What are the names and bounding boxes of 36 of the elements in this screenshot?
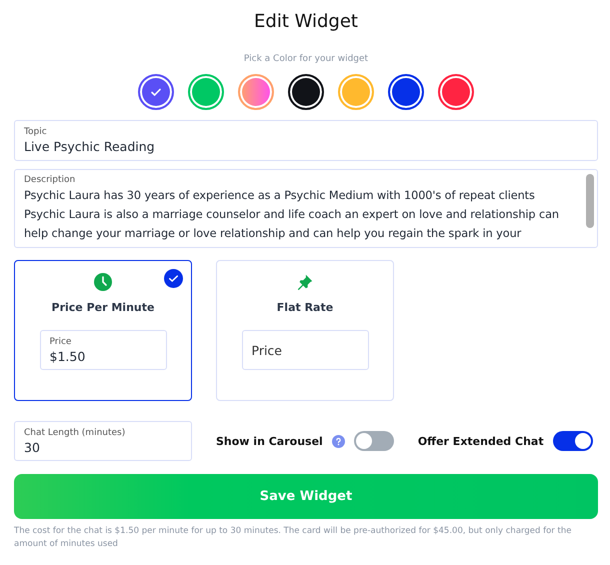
color-swatch[interactable]: [138, 74, 174, 110]
color-swatch[interactable]: [438, 74, 474, 110]
chat-length-field[interactable]: Chat Length (minutes) 30: [14, 421, 192, 461]
color-swatch[interactable]: [238, 74, 274, 110]
toggle-label: Show in Carousel: [216, 434, 323, 448]
pricing-option-card[interactable]: Flat Rate Price: [216, 260, 394, 401]
check-icon: [164, 269, 183, 288]
clock-icon: [94, 273, 112, 291]
field-value: Psychic Laura has 30 years of experience as a Psychic Medium with 1000's of repeat clients Psychic Laura is also a marriage counselor and life coach an expert on love and relationship can help change your marriage or love relationship and can help you regain the spark in your: [24, 188, 560, 242]
field-label: Topic: [24, 126, 48, 138]
field-value: $1.50: [50, 348, 86, 364]
topic-field[interactable]: Topic Live Psychic Reading: [14, 120, 598, 161]
price-field[interactable]: Price $1.50: [40, 330, 166, 370]
help-icon[interactable]: [332, 434, 345, 448]
price-field[interactable]: Price: [242, 330, 368, 370]
page-title: Edit Widget: [253, 10, 359, 34]
field-placeholder: Price: [252, 342, 283, 358]
toggle-label: Offer Extended Chat: [418, 434, 544, 448]
field-value: 30: [24, 439, 41, 456]
option-title: Flat Rate: [276, 301, 334, 314]
field-label: Description: [24, 174, 76, 186]
option-title: Price Per Minute: [52, 301, 154, 314]
color-prompt: Pick a Color for your widget: [242, 54, 370, 64]
field-label: Chat Length (minutes): [24, 427, 126, 439]
toggle-switch[interactable]: [354, 431, 394, 451]
field-label: Price: [50, 336, 72, 348]
pushpin-icon: [296, 273, 314, 291]
description-field[interactable]: [14, 169, 598, 248]
cost-note: The cost for the chat is $1.50 per minute for up to 30 minutes. The card will be pre-authorized for $45.00, but only charged for the amount of minutes used: [14, 525, 572, 551]
pricing-option-card[interactable]: Price Per Minute Price $1.50: [14, 260, 192, 401]
field-value: Live Psychic Reading: [24, 138, 156, 155]
scrollbar[interactable]: [586, 174, 594, 228]
color-swatch[interactable]: [188, 74, 224, 110]
toggle-switch[interactable]: [552, 431, 593, 451]
color-swatch[interactable]: [288, 74, 324, 110]
color-swatch[interactable]: [388, 74, 424, 110]
